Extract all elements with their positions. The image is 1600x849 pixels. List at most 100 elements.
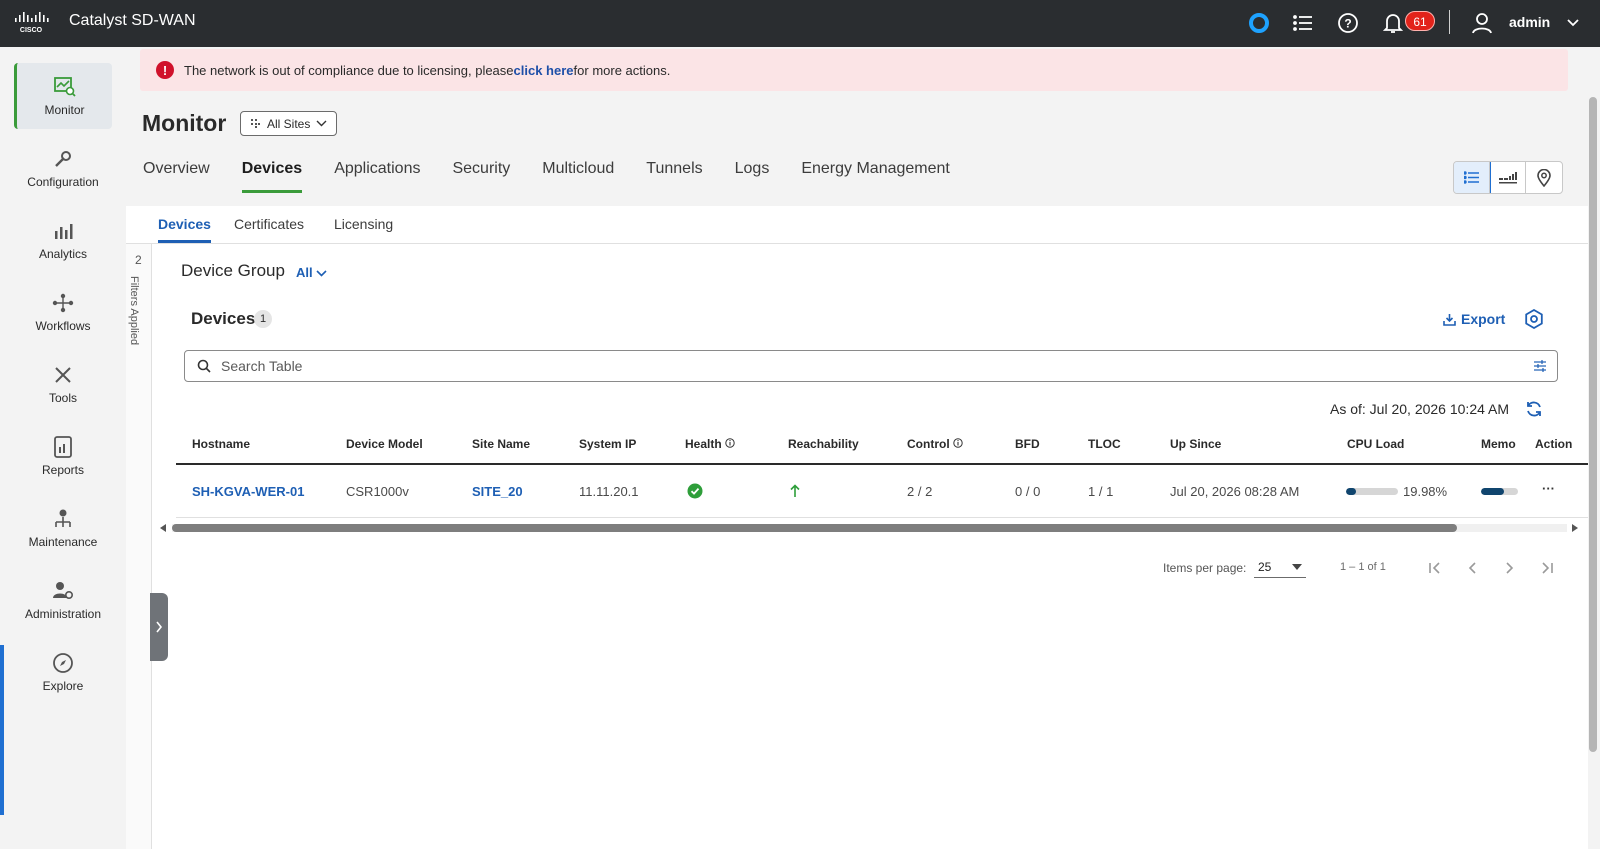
search-input[interactable]	[221, 358, 1421, 374]
info-icon[interactable]	[725, 438, 735, 448]
filters-applied-label[interactable]: Filters Applied	[128, 276, 140, 345]
horizontal-scrollbar[interactable]	[158, 522, 1580, 534]
search-icon	[197, 359, 211, 373]
chevron-down-icon[interactable]	[1560, 10, 1586, 36]
subtab-devices[interactable]: Devices	[158, 216, 211, 243]
user-name[interactable]: admin	[1509, 14, 1550, 30]
column-header-device-model[interactable]: Device Model	[346, 437, 423, 451]
device-group-select[interactable]: All	[296, 265, 327, 280]
cell-tloc: 1 / 1	[1088, 484, 1114, 499]
main-tabs: Overview Devices Applications Security M…	[143, 160, 982, 193]
location-pin-icon	[1537, 168, 1551, 187]
admin-user-icon	[52, 580, 74, 602]
chevron-right-icon	[1506, 562, 1514, 574]
tab-devices[interactable]: Devices	[241, 160, 303, 193]
memory-bar	[1481, 488, 1518, 495]
nav-item-configuration[interactable]: Configuration	[14, 135, 112, 201]
column-header-site-name[interactable]: Site Name	[472, 437, 530, 451]
svg-text:?: ?	[1344, 17, 1351, 31]
column-header-tloc[interactable]: TLOC	[1088, 437, 1121, 451]
tools-icon	[52, 364, 74, 386]
help-icon[interactable]: ?	[1335, 10, 1361, 36]
nav-item-explore[interactable]: Explore	[14, 639, 112, 705]
wrench-icon	[52, 148, 74, 170]
cpu-load-fill	[1346, 488, 1357, 495]
first-page-button[interactable]	[1425, 558, 1445, 578]
expand-filters-handle[interactable]	[150, 593, 168, 661]
nav-item-workflows[interactable]: Workflows	[14, 279, 112, 345]
nav-label: Reports	[41, 462, 85, 477]
map-view-button[interactable]	[1526, 162, 1562, 193]
tab-logs[interactable]: Logs	[735, 160, 770, 193]
health-good-icon	[687, 483, 703, 499]
banner-link[interactable]: click here	[514, 63, 574, 78]
notification-badge[interactable]: 61	[1405, 11, 1435, 31]
cell-device-model: CSR1000v	[346, 484, 409, 499]
site-filter-value: All Sites	[267, 116, 311, 131]
report-icon	[52, 435, 74, 458]
cell-control: 2 / 2	[907, 484, 933, 499]
nav-item-analytics[interactable]: Analytics	[14, 207, 112, 273]
column-header-cpu-load[interactable]: CPU Load	[1347, 437, 1404, 451]
next-page-button[interactable]	[1500, 558, 1520, 578]
grid-view-button[interactable]	[1490, 162, 1526, 193]
app-title: Catalyst SD-WAN	[69, 12, 196, 29]
vertical-scrollbar[interactable]	[1589, 97, 1597, 752]
tab-applications[interactable]: Applications	[334, 160, 420, 193]
row-divider	[176, 517, 1588, 518]
scroll-left-icon[interactable]	[158, 523, 168, 533]
devices-title: Devices	[191, 309, 256, 328]
tab-security[interactable]: Security	[452, 160, 510, 193]
column-header-reachability[interactable]: Reachability	[788, 437, 859, 451]
row-actions-button[interactable]: ···	[1542, 481, 1555, 496]
export-button[interactable]: Export	[1443, 311, 1505, 327]
column-header-hostname[interactable]: Hostname	[192, 437, 250, 451]
nav-item-monitor[interactable]: Monitor	[14, 63, 112, 129]
scroll-right-icon[interactable]	[1570, 523, 1580, 533]
nav-label: Workflows	[35, 318, 91, 333]
column-header-memory[interactable]: Memo	[1481, 437, 1516, 451]
nav-item-maintenance[interactable]: Maintenance	[14, 495, 112, 561]
nav-item-tools[interactable]: Tools	[14, 351, 112, 417]
grid-view-icon	[1498, 171, 1517, 183]
table-settings-icon[interactable]	[1524, 309, 1544, 329]
list-view-button[interactable]	[1454, 162, 1491, 193]
workflow-icon	[52, 292, 74, 314]
info-icon[interactable]	[953, 438, 963, 448]
assistant-icon[interactable]	[1246, 10, 1272, 36]
header-divider	[176, 463, 1588, 465]
filter-options-icon[interactable]	[1533, 359, 1547, 373]
download-icon	[1443, 313, 1456, 326]
view-toggle	[1453, 161, 1563, 194]
items-per-page-label: Items per page:	[1163, 561, 1247, 575]
scroll-thumb[interactable]	[172, 524, 1457, 532]
column-header-bfd[interactable]: BFD	[1015, 437, 1040, 451]
nav-item-reports[interactable]: Reports	[14, 423, 112, 489]
tab-multicloud[interactable]: Multicloud	[542, 160, 614, 193]
left-nav: Monitor Configuration Analytics Workflow…	[0, 47, 126, 849]
subtab-certificates[interactable]: Certificates	[234, 216, 304, 240]
items-per-page-select[interactable]: 25	[1254, 556, 1306, 578]
tab-overview[interactable]: Overview	[143, 160, 210, 193]
refresh-icon[interactable]	[1525, 400, 1543, 418]
cell-site-name[interactable]: SITE_20	[472, 484, 523, 499]
top-bar: CISCO Catalyst SD-WAN ? 61 admin	[0, 0, 1600, 47]
site-filter-select[interactable]: All Sites	[240, 111, 338, 136]
column-header-control[interactable]: Control	[907, 437, 963, 451]
last-page-button[interactable]	[1537, 558, 1557, 578]
tab-energy-management[interactable]: Energy Management	[801, 160, 950, 193]
nav-item-administration[interactable]: Administration	[14, 567, 112, 633]
column-header-health[interactable]: Health	[685, 437, 735, 451]
error-icon: !	[156, 61, 174, 79]
nav-scroll-marker	[0, 645, 4, 815]
column-header-system-ip[interactable]: System IP	[579, 437, 636, 451]
subtab-licensing[interactable]: Licensing	[334, 216, 393, 240]
cell-hostname[interactable]: SH-KGVA-WER-01	[192, 484, 304, 499]
column-header-up-since[interactable]: Up Since	[1170, 437, 1221, 451]
bell-icon[interactable]	[1380, 10, 1406, 36]
tab-tunnels[interactable]: Tunnels	[646, 160, 702, 193]
task-list-icon[interactable]	[1290, 10, 1316, 36]
chevron-right-icon	[156, 621, 163, 633]
user-icon[interactable]	[1469, 10, 1495, 36]
previous-page-button[interactable]	[1462, 558, 1482, 578]
